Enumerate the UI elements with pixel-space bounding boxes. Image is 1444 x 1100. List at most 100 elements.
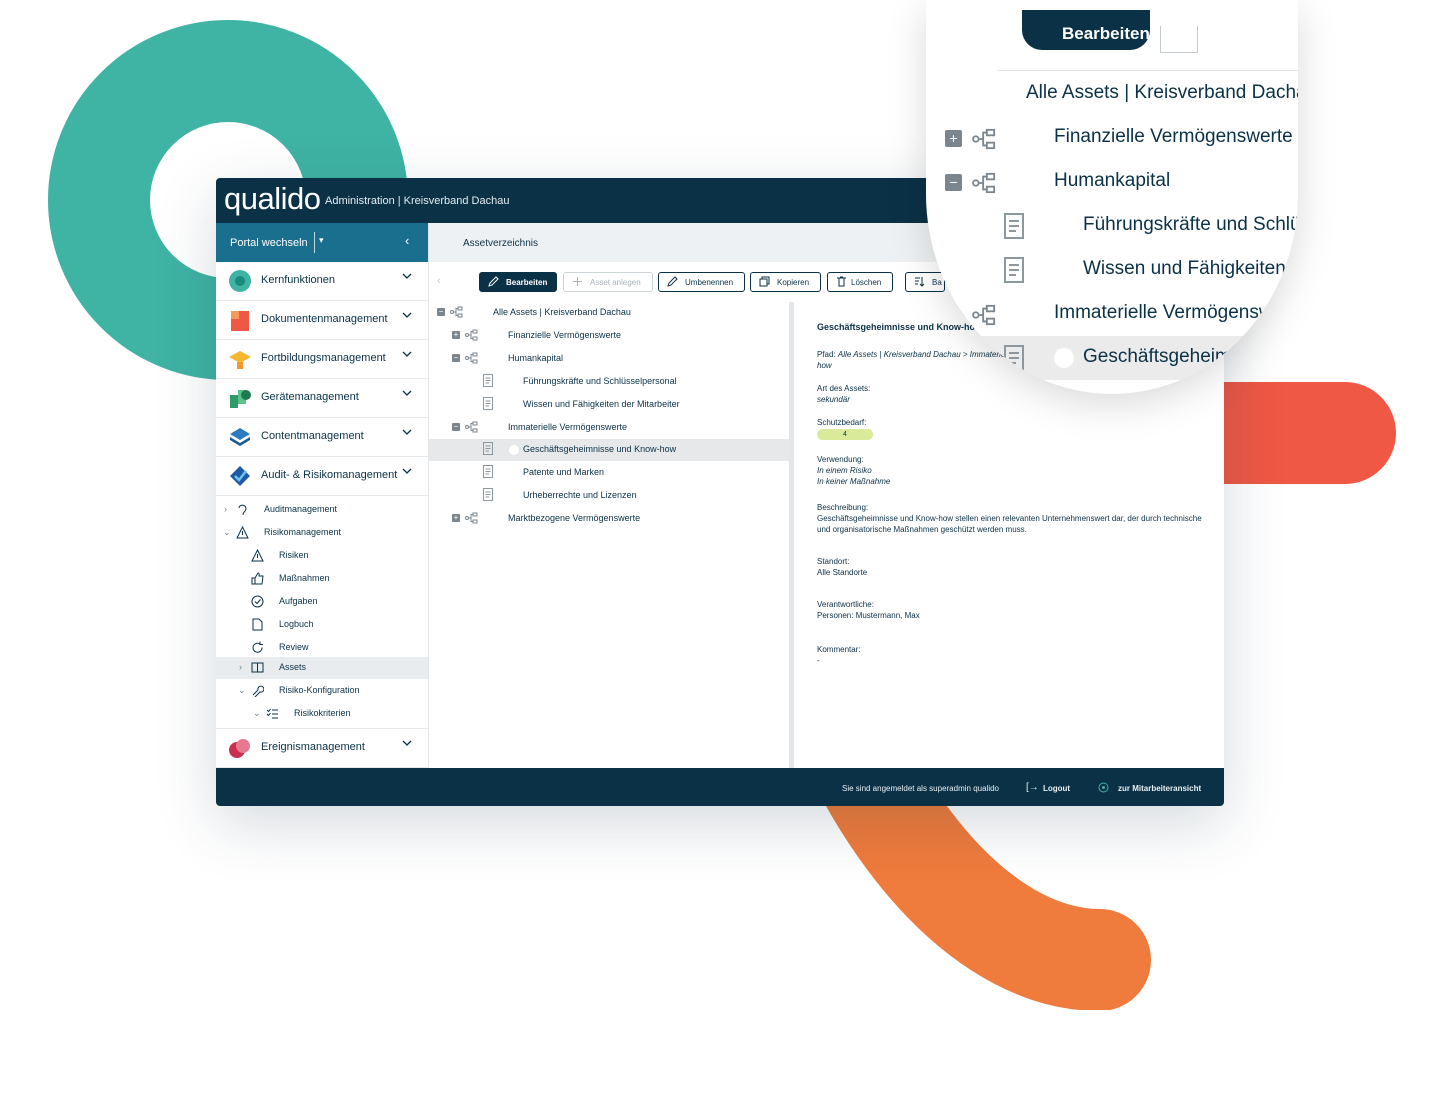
create-asset-button[interactable]: Asset anlegen	[563, 272, 653, 292]
warning-icon	[236, 526, 249, 539]
pencil-icon	[667, 276, 678, 287]
chevron-left-icon[interactable]: ‹	[437, 275, 441, 287]
document-icon	[483, 374, 493, 387]
portal-switch-bar[interactable]: Portal wechseln ▾ ‹	[216, 223, 428, 262]
expand-toggle[interactable]: +	[452, 331, 460, 339]
document-icon	[1004, 213, 1024, 239]
sidebar-item-risikokriterien[interactable]: ⌄ Risikokriterien	[216, 703, 428, 725]
collapse-sidebar-icon[interactable]: ‹	[405, 233, 409, 248]
usage-label: Verwendung:	[817, 455, 864, 464]
tree-label: Urheberrechte und Lizenzen	[523, 490, 637, 500]
module-ereignismanagement[interactable]: Ereignismanagement	[216, 728, 428, 768]
asset-tree: − Alle Assets | Kreisverband Dachau + Fi…	[429, 302, 789, 768]
node-tree-icon	[972, 304, 996, 326]
module-kernfunktionen[interactable]: Kernfunktionen	[216, 262, 428, 301]
sidebar-item-risiken[interactable]: Risiken	[216, 545, 428, 567]
collapse-toggle[interactable]: −	[437, 308, 445, 316]
chevron-down-icon[interactable]: ⌄	[223, 527, 231, 538]
sidebar-item-logbuch[interactable]: Logbuch	[216, 614, 428, 636]
copy-button[interactable]: Kopieren	[750, 272, 821, 292]
zoomed-label: Immaterielle Vermögenswerte	[1054, 302, 1298, 323]
tree-row[interactable]: − Alle Assets | Kreisverband Dachau	[429, 302, 789, 324]
chevron-down-icon[interactable]: ⌄	[253, 708, 261, 719]
chevron-down-icon	[402, 312, 412, 318]
sub-label: Aufgaben	[279, 596, 318, 606]
chevron-down-icon	[402, 390, 412, 396]
delete-button[interactable]: Löschen	[827, 272, 893, 292]
sidebar-item-assets[interactable]: › Assets	[216, 657, 428, 679]
book-icon	[251, 662, 264, 673]
employee-view-link[interactable]: zur Mitarbeiteransicht	[1118, 784, 1201, 793]
portal-switch-label[interactable]: Portal wechseln	[230, 237, 308, 249]
collapse-toggle[interactable]: −	[452, 354, 460, 362]
ear-icon	[238, 504, 247, 516]
tree-row[interactable]: Führungskräfte und Schlüsselpersonal	[429, 371, 789, 393]
document-icon	[1004, 345, 1024, 371]
copy-icon	[759, 276, 770, 287]
location-label: Standort:	[817, 557, 850, 566]
usage-risk[interactable]: In einem Risiko	[817, 466, 872, 475]
tree-row-selected[interactable]: Geschäftsgeheimnisse und Know-how	[429, 439, 789, 461]
module-contentmanagement[interactable]: Contentmanagement	[216, 418, 428, 457]
sub-label: Assets	[279, 662, 307, 672]
edit-button[interactable]: Bearbeiten	[479, 272, 557, 292]
tree-label: Finanzielle Vermögenswerte	[508, 330, 622, 340]
kernfunktionen-icon	[229, 270, 251, 292]
module-label: Dokumentenmanagement	[261, 313, 388, 325]
sidebar-item-risikomanagement[interactable]: ⌄ Risikomanagement	[216, 522, 428, 544]
magnifier-content: Bearbeiten Alle Assets | Kreisverband Da…	[926, 0, 1298, 394]
log-file-icon	[252, 618, 263, 631]
zoomed-tree-row-selected: Geschäftsgeheimnisse und Know-how	[926, 336, 1298, 380]
tree-row[interactable]: − Humankapital	[429, 348, 789, 370]
chevron-right-icon[interactable]: ›	[239, 662, 242, 672]
sub-label: Risiken	[279, 550, 309, 560]
expand-toggle: +	[945, 130, 962, 147]
module-audit-risikomanagement[interactable]: Audit- & Risikomanagement	[216, 457, 428, 496]
expand-toggle[interactable]: +	[452, 514, 460, 522]
tree-row[interactable]: + Marktbezogene Vermögenswerte	[429, 508, 789, 530]
sidebar-item-review[interactable]: Review	[216, 637, 428, 659]
module-label: Ereignismanagement	[261, 741, 365, 753]
sidebar-item-massnahmen[interactable]: Maßnahmen	[216, 568, 428, 590]
tree-label: Marktbezogene Vermögenswerte	[508, 513, 641, 523]
module-label: Fortbildungsmanagement	[261, 352, 386, 364]
chevron-down-icon	[402, 273, 412, 279]
tree-row[interactable]: Urheberrechte und Lizenzen	[429, 485, 789, 507]
responsible-value: Personen: Mustermann, Max	[817, 611, 920, 620]
module-dokumentenmanagement[interactable]: Dokumentenmanagement	[216, 301, 428, 340]
zoomed-label: Geschäftsgeheimnisse und Know-how	[1083, 346, 1298, 367]
zoomed-label: Finanzielle Vermögenswerte	[1054, 126, 1293, 147]
zoomed-tree-row: + Finanzielle Vermögenswerte	[926, 116, 1298, 160]
sort-icon	[915, 277, 925, 287]
logout-icon[interactable]: [→	[1026, 782, 1039, 793]
selection-radio[interactable]	[509, 445, 519, 455]
chevron-down-icon	[402, 740, 412, 746]
comment-label: Kommentar:	[817, 645, 861, 654]
tree-row[interactable]: + Finanzielle Vermögenswerte	[429, 325, 789, 347]
divider	[998, 70, 1298, 71]
zoomed-tree-row: Wissen und Fähigkeiten der Mitarbeiter	[926, 248, 1298, 292]
refresh-icon	[252, 641, 263, 653]
usage-measure[interactable]: In keiner Maßnahme	[817, 477, 890, 486]
tree-row[interactable]: − Immaterielle Vermögenswerte	[429, 417, 789, 439]
logo: qualido	[224, 181, 321, 216]
caret-down-icon[interactable]: ▾	[319, 235, 324, 246]
sub-label: Maßnahmen	[279, 573, 330, 583]
sidebar-item-auditmanagement[interactable]: › Auditmanagement	[216, 499, 428, 521]
chevron-down-icon[interactable]: ⌄	[238, 685, 246, 696]
collapse-toggle[interactable]: −	[452, 423, 460, 431]
logout-link[interactable]: Logout	[1043, 784, 1070, 793]
sub-label: Logbuch	[279, 619, 314, 629]
tree-row[interactable]: Wissen und Fähigkeiten der Mitarbeiter	[429, 394, 789, 416]
sidebar-item-aufgaben[interactable]: Aufgaben	[216, 591, 428, 613]
chevron-right-icon[interactable]: ›	[224, 504, 227, 514]
zoomed-label: Wissen und Fähigkeiten der Mitarbeiter	[1083, 258, 1298, 279]
tree-row[interactable]: Patente und Marken	[429, 462, 789, 484]
responsible-label: Verantwortliche:	[817, 600, 874, 609]
module-fortbildungsmanagement[interactable]: Fortbildungsmanagement	[216, 340, 428, 379]
rename-button[interactable]: Umbenennen	[658, 272, 745, 292]
module-geraetemanagement[interactable]: Gerätemanagement	[216, 379, 428, 418]
sidebar-item-risiko-konfiguration[interactable]: ⌄ Risiko-Konfiguration	[216, 680, 428, 702]
zoomed-button-outline	[1160, 26, 1198, 53]
app-title: Administration | Kreisverband Dachau	[325, 195, 510, 207]
